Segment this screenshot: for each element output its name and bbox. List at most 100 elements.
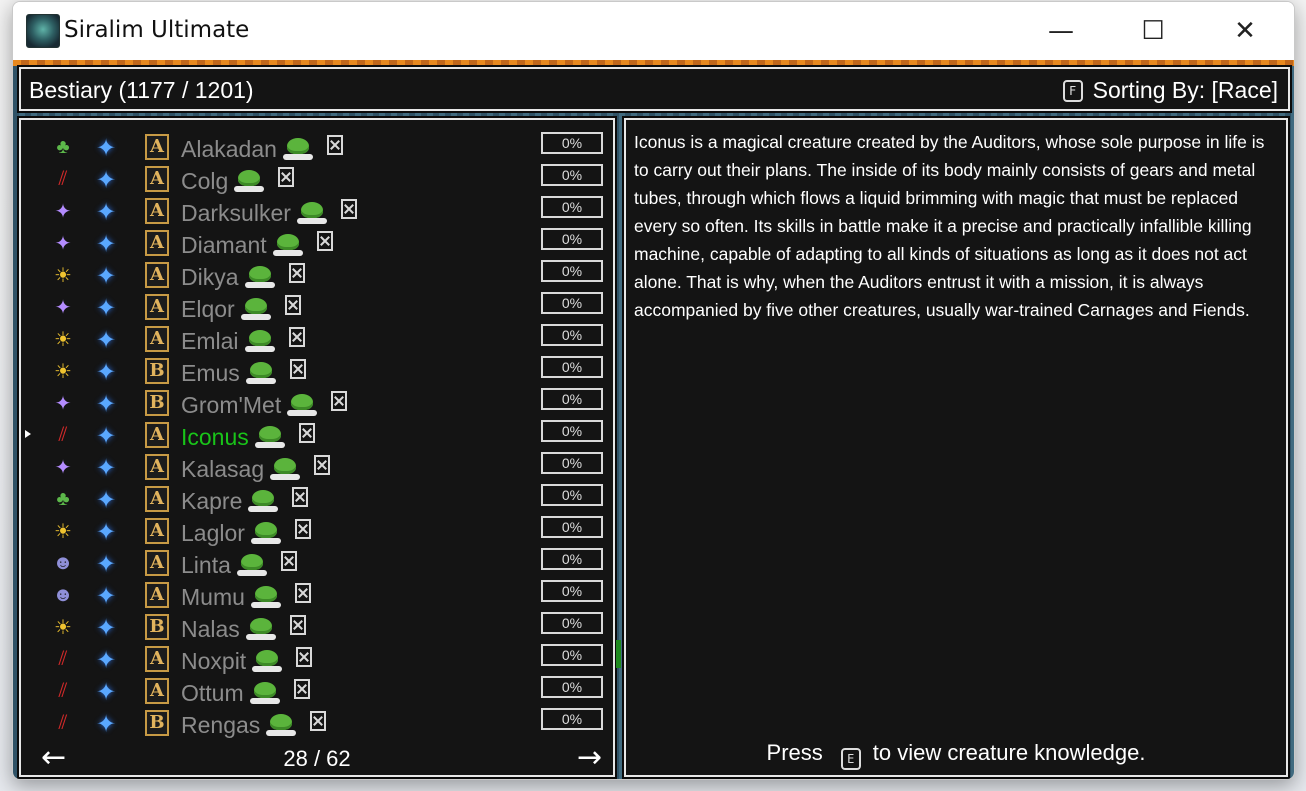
- creature-name: Iconus: [181, 423, 315, 451]
- creature-sprite-icon: [245, 618, 276, 640]
- minimize-button[interactable]: —: [1015, 2, 1107, 60]
- creature-row[interactable]: ✦ ✦ A Diamant 0%: [21, 226, 613, 258]
- creature-row[interactable]: ☀ ✦ A Emlai 0%: [21, 322, 613, 354]
- creature-name: Emlai: [181, 327, 305, 355]
- tier-badge: A: [145, 486, 169, 512]
- not-owned-icon: [292, 487, 309, 507]
- creature-row[interactable]: ☀ ✦ A Dikya 0%: [21, 258, 613, 290]
- title-bar[interactable]: Siralim Ultimate — ☐ ✕: [13, 2, 1294, 60]
- creature-row[interactable]: ⫽ ✦ B Rengas 0%: [21, 706, 613, 738]
- class-star-icon: ✦: [96, 263, 117, 290]
- class-star-icon: ✦: [96, 487, 117, 514]
- race-icon: ✦: [54, 456, 72, 479]
- tier-badge: A: [145, 550, 169, 576]
- creature-name-text: Grom'Met: [181, 392, 282, 418]
- creature-name: Mumu: [181, 583, 311, 611]
- creature-sprite-icon: [296, 202, 327, 224]
- creature-row[interactable]: ✦ ✦ A Darksulker 0%: [21, 194, 613, 226]
- creature-row[interactable]: ✦ ✦ A Elqor 0%: [21, 290, 613, 322]
- race-icon: ✦: [54, 232, 72, 255]
- not-owned-icon: [314, 455, 331, 475]
- creature-name: Dikya: [181, 263, 305, 291]
- race-icon: ⫽: [58, 711, 68, 734]
- creature-name: Nalas: [181, 615, 306, 643]
- knowledge-percent: 0%: [541, 228, 603, 250]
- creature-row[interactable]: ⫽ ✦ A Ottum 0%: [21, 674, 613, 706]
- creature-sprite-icon: [250, 522, 281, 544]
- maximize-button[interactable]: ☐: [1107, 2, 1199, 60]
- knowledge-percent: 0%: [541, 260, 603, 282]
- list-scrollbar[interactable]: [616, 640, 621, 668]
- race-icon: ♣: [56, 135, 70, 158]
- class-star-icon: ✦: [96, 295, 117, 322]
- creature-row[interactable]: ♣ ✦ A Alakadan 0%: [21, 130, 613, 162]
- knowledge-percent: 0%: [541, 292, 603, 314]
- knowledge-percent: 0%: [541, 612, 603, 634]
- creature-row[interactable]: ✦ ✦ B Grom'Met 0%: [21, 386, 613, 418]
- creature-row[interactable]: ⫽ ✦ A Iconus 0%: [21, 418, 613, 450]
- creature-name: Rengas: [181, 711, 327, 739]
- not-owned-icon: [298, 423, 315, 443]
- creature-name: Colg: [181, 167, 295, 195]
- creature-name-text: Alakadan: [181, 136, 277, 162]
- class-star-icon: ✦: [96, 231, 117, 258]
- knowledge-percent: 0%: [541, 356, 603, 378]
- race-icon: ☀: [54, 328, 72, 351]
- class-star-icon: ✦: [96, 135, 117, 162]
- not-owned-icon: [288, 263, 305, 283]
- creature-row[interactable]: ♣ ✦ A Kapre 0%: [21, 482, 613, 514]
- creature-row[interactable]: ☀ ✦ B Emus 0%: [21, 354, 613, 386]
- class-star-icon: ✦: [96, 551, 117, 578]
- not-owned-icon: [294, 519, 311, 539]
- not-owned-icon: [296, 647, 313, 667]
- not-owned-icon: [293, 679, 310, 699]
- class-star-icon: ✦: [96, 359, 117, 386]
- tier-badge: A: [145, 582, 169, 608]
- next-page-arrow-icon[interactable]: →: [577, 740, 602, 775]
- tier-badge: A: [145, 198, 169, 224]
- race-icon: ☀: [54, 520, 72, 543]
- knowledge-percent: 0%: [541, 580, 603, 602]
- creature-row[interactable]: ⫽ ✦ A Colg 0%: [21, 162, 613, 194]
- creature-name-text: Kapre: [181, 488, 243, 514]
- tier-badge: B: [145, 390, 169, 416]
- creature-row[interactable]: ☻ ✦ A Linta 0%: [21, 546, 613, 578]
- app-icon: [26, 14, 60, 48]
- not-owned-icon: [340, 199, 357, 219]
- race-icon: ✦: [54, 392, 72, 415]
- tier-badge: A: [145, 294, 169, 320]
- class-star-icon: ✦: [96, 679, 117, 706]
- not-owned-icon: [316, 231, 333, 251]
- race-icon: ⫽: [58, 647, 68, 670]
- creature-row[interactable]: ☻ ✦ A Mumu 0%: [21, 578, 613, 610]
- race-icon: ✦: [54, 296, 72, 319]
- tier-badge: A: [145, 678, 169, 704]
- creature-row[interactable]: ⫽ ✦ A Noxpit 0%: [21, 642, 613, 674]
- e-key-icon: E: [840, 748, 861, 770]
- not-owned-icon: [278, 167, 295, 187]
- tier-badge: B: [145, 710, 169, 736]
- creature-name: Linta: [181, 551, 297, 579]
- creature-row[interactable]: ☀ ✦ B Nalas 0%: [21, 610, 613, 642]
- tier-badge: B: [145, 358, 169, 384]
- creature-row[interactable]: ☀ ✦ A Laglor 0%: [21, 514, 613, 546]
- not-owned-icon: [284, 295, 301, 315]
- sort-control[interactable]: F Sorting By: [Race]: [1062, 77, 1278, 104]
- not-owned-icon: [326, 135, 343, 155]
- creature-description: Iconus is a magical creature created by …: [634, 132, 1265, 320]
- tier-badge: A: [145, 422, 169, 448]
- creature-name-text: Nalas: [181, 616, 240, 642]
- creature-name: Emus: [181, 359, 306, 387]
- creature-sprite-icon: [234, 170, 265, 192]
- window-title: Siralim Ultimate: [64, 17, 250, 43]
- knowledge-percent: 0%: [541, 452, 603, 474]
- creature-name: Kalasag: [181, 455, 331, 483]
- knowledge-percent: 0%: [541, 516, 603, 538]
- close-button[interactable]: ✕: [1199, 2, 1291, 60]
- class-star-icon: ✦: [96, 711, 117, 738]
- hint-rest: to view creature knowledge.: [872, 740, 1146, 765]
- class-star-icon: ✦: [96, 167, 117, 194]
- not-owned-icon: [331, 391, 348, 411]
- creature-row[interactable]: ✦ ✦ A Kalasag 0%: [21, 450, 613, 482]
- knowledge-percent: 0%: [541, 196, 603, 218]
